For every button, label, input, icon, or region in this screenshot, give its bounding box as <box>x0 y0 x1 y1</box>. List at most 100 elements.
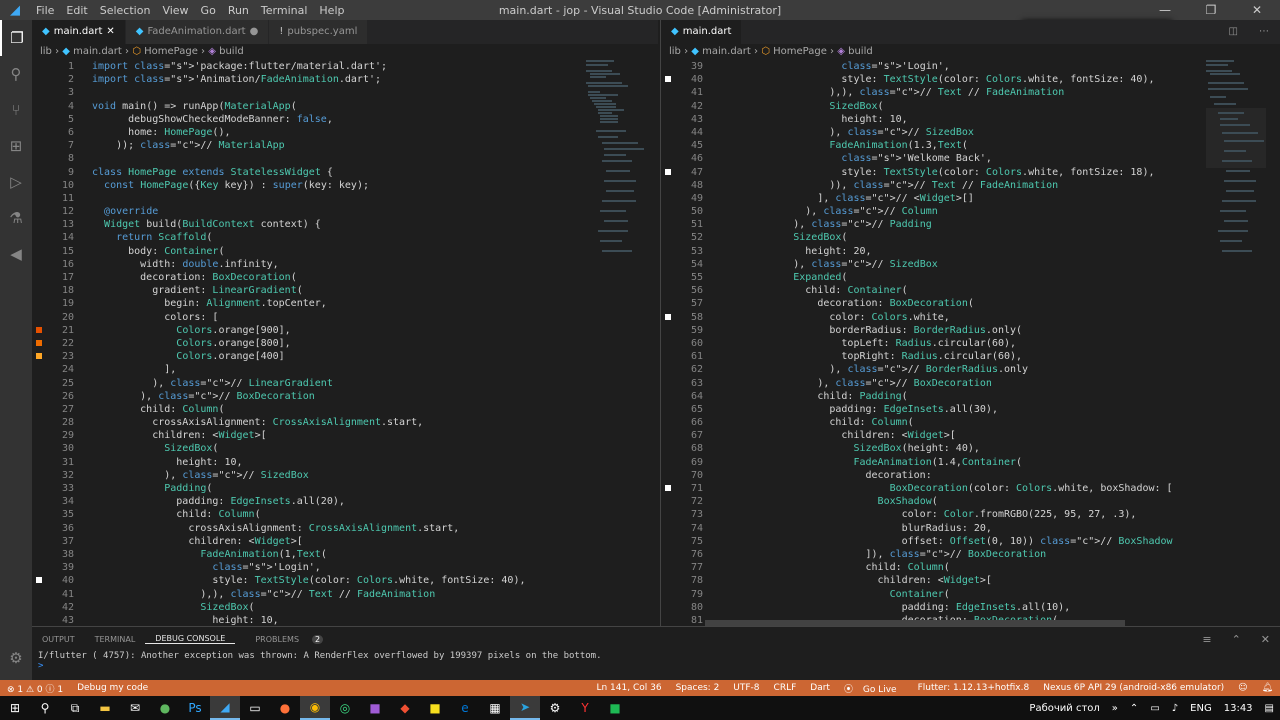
line-number[interactable]: 41 <box>32 588 92 601</box>
tab-fadeanimation-dart[interactable]: ◆ FadeAnimation.dart ● <box>125 20 270 44</box>
line-number[interactable]: 65 <box>661 403 721 416</box>
code-line[interactable]: 42 SizedBox( <box>661 100 1280 113</box>
line-number[interactable]: 62 <box>661 363 721 376</box>
line-number[interactable]: 32 <box>32 469 92 482</box>
line-number[interactable]: 38 <box>32 548 92 561</box>
console-prompt[interactable]: > <box>32 661 1280 671</box>
code-line[interactable]: 13 Widget build(BuildContext context) { <box>32 218 658 231</box>
notification-center-icon[interactable]: ▤ <box>1259 703 1280 714</box>
line-number[interactable]: 51 <box>661 218 721 231</box>
code-line[interactable]: 37 children: <Widget>[ <box>32 535 658 548</box>
line-number[interactable]: 24 <box>32 363 92 376</box>
code-line[interactable]: 76 ]), class="c">// BoxDecoration <box>661 548 1280 561</box>
line-number[interactable]: 26 <box>32 390 92 403</box>
line-number[interactable]: 52 <box>661 231 721 244</box>
tab-pubspec-yaml[interactable]: ! pubspec.yaml <box>269 20 369 44</box>
code-line[interactable]: 41 ),), class="c">// Text // FadeAnimati… <box>661 86 1280 99</box>
chrome-icon[interactable]: ◉ <box>300 696 330 720</box>
line-number[interactable]: 29 <box>32 429 92 442</box>
flutter-version-status[interactable]: Flutter: 1.12.13+hotfix.8 <box>911 683 1037 693</box>
code-line[interactable]: 60 topLeft: Radius.circular(60), <box>661 337 1280 350</box>
photoshop-icon[interactable]: Ps <box>180 696 210 720</box>
code-line[interactable]: 53 height: 20, <box>661 245 1280 258</box>
menu-run[interactable]: Run <box>222 4 255 17</box>
line-number[interactable]: 73 <box>661 508 721 521</box>
debug-config-status[interactable]: Debug my code <box>70 683 155 693</box>
line-number[interactable]: 77 <box>661 561 721 574</box>
go-live-status[interactable]: ⦿ Go Live <box>837 682 911 695</box>
android-studio-icon[interactable]: ◎ <box>330 696 360 720</box>
code-line[interactable]: 17 decoration: BoxDecoration( <box>32 271 658 284</box>
line-number[interactable]: 61 <box>661 350 721 363</box>
right-minimap[interactable] <box>1204 60 1268 620</box>
telegram-icon[interactable]: ➤ <box>510 696 540 720</box>
code-line[interactable]: 38 FadeAnimation(1,Text( <box>32 548 658 561</box>
code-line[interactable]: 51 ), class="c">// Padding <box>661 218 1280 231</box>
line-number[interactable]: 68 <box>661 442 721 455</box>
code-line[interactable]: 33 Padding( <box>32 482 658 495</box>
line-number[interactable]: 63 <box>661 377 721 390</box>
code-line[interactable]: 6 home: HomePage(), <box>32 126 658 139</box>
line-number[interactable]: 36 <box>32 522 92 535</box>
code-line[interactable]: 39 class="s">'Login', <box>32 561 658 574</box>
code-line[interactable]: 57 decoration: BoxDecoration( <box>661 297 1280 310</box>
line-number[interactable]: 15 <box>32 245 92 258</box>
line-number[interactable]: 14 <box>32 231 92 244</box>
encoding-status[interactable]: UTF-8 <box>726 683 766 693</box>
line-number[interactable]: 42 <box>661 100 721 113</box>
code-line[interactable]: 80 padding: EdgeInsets.all(10), <box>661 601 1280 614</box>
code-line[interactable]: 46 class="s">'Welkome Back', <box>661 152 1280 165</box>
line-number[interactable]: 39 <box>32 561 92 574</box>
search-icon[interactable]: ⚲ <box>30 696 60 720</box>
tray-expand-icon[interactable]: ⌃ <box>1124 703 1144 714</box>
clock[interactable]: 13:43 <box>1218 703 1259 714</box>
eol-status[interactable]: CRLF <box>767 683 804 693</box>
line-number[interactable]: 3 <box>32 86 92 99</box>
code-line[interactable]: 78 children: <Widget>[ <box>661 574 1280 587</box>
terminal-icon[interactable]: ▭ <box>240 696 270 720</box>
line-number[interactable]: 27 <box>32 403 92 416</box>
line-number[interactable]: 58 <box>661 311 721 324</box>
cursor-position-status[interactable]: Ln 141, Col 36 <box>589 683 668 693</box>
line-number[interactable]: 30 <box>32 442 92 455</box>
testing-icon[interactable]: ⚗ <box>0 200 32 236</box>
line-number[interactable]: 69 <box>661 456 721 469</box>
line-number[interactable]: 43 <box>32 614 92 626</box>
line-number[interactable]: 45 <box>661 139 721 152</box>
code-line[interactable]: 44 ), class="c">// SizedBox <box>661 126 1280 139</box>
extensions-icon[interactable]: ⊞ <box>0 128 32 164</box>
code-line[interactable]: 30 SizedBox( <box>32 442 658 455</box>
breadcrumb-class[interactable]: HomePage <box>144 46 198 57</box>
menu-selection[interactable]: Selection <box>94 4 157 17</box>
tab-terminal[interactable]: TERMINAL <box>85 635 146 644</box>
line-number[interactable]: 56 <box>661 284 721 297</box>
line-number[interactable]: 33 <box>32 482 92 495</box>
code-line[interactable]: 43 height: 10, <box>661 113 1280 126</box>
line-number[interactable]: 41 <box>661 86 721 99</box>
flutter-icon[interactable]: ◀ <box>0 236 32 272</box>
line-number[interactable]: 23 <box>32 350 92 363</box>
code-line[interactable]: 55 Expanded( <box>661 271 1280 284</box>
code-line[interactable]: 48 )), class="c">// Text // FadeAnimatio… <box>661 179 1280 192</box>
line-number[interactable]: 48 <box>661 179 721 192</box>
code-line[interactable]: 75 offset: Offset(0, 10)) class="c">// B… <box>661 535 1280 548</box>
settings-gear-icon[interactable]: ⚙ <box>0 640 32 676</box>
code-line[interactable]: 49 ], class="c">// <Widget>[] <box>661 192 1280 205</box>
left-minimap[interactable] <box>586 60 646 620</box>
line-number[interactable]: 25 <box>32 377 92 390</box>
code-line[interactable]: 63 ), class="c">// BoxDecoration <box>661 377 1280 390</box>
line-number[interactable]: 54 <box>661 258 721 271</box>
code-line[interactable]: 10 const HomePage({Key key}) : super(key… <box>32 179 658 192</box>
code-line[interactable]: 28 crossAxisAlignment: CrossAxisAlignmen… <box>32 416 658 429</box>
tab-output[interactable]: OUTPUT <box>32 635 85 644</box>
line-number[interactable]: 75 <box>661 535 721 548</box>
line-number[interactable]: 11 <box>32 192 92 205</box>
line-number[interactable]: 6 <box>32 126 92 139</box>
menu-go[interactable]: Go <box>195 4 222 17</box>
menu-edit[interactable]: Edit <box>60 4 93 17</box>
code-line[interactable]: 36 crossAxisAlignment: CrossAxisAlignmen… <box>32 522 658 535</box>
close-icon[interactable]: ✕ <box>1234 0 1280 20</box>
restore-icon[interactable]: ❐ <box>1188 0 1234 20</box>
line-number[interactable]: 72 <box>661 495 721 508</box>
file-explorer-icon[interactable]: ▬ <box>90 696 120 720</box>
